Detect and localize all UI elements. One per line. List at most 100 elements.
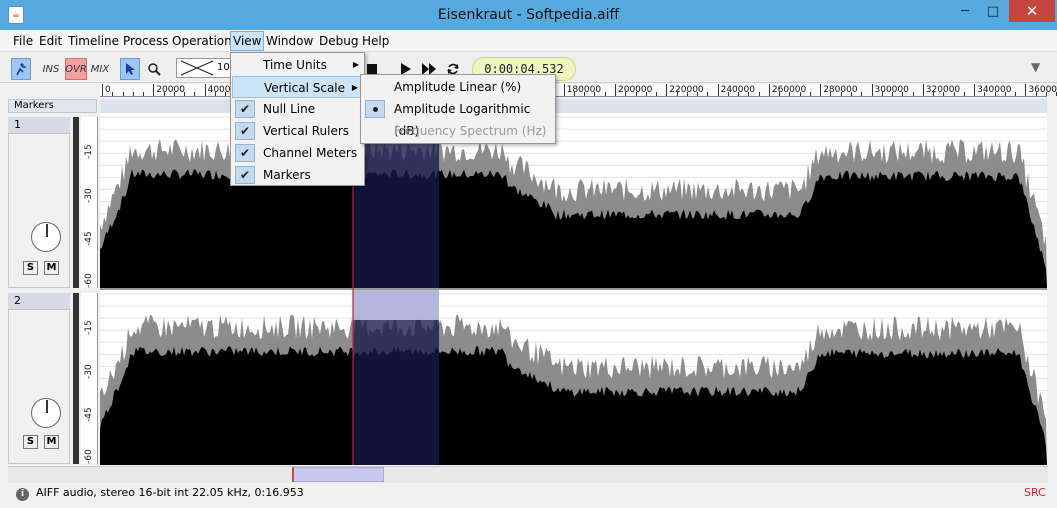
title-bar: ☕ Eisenkraut - Softpedia.aiff	[0, 0, 1057, 30]
close-button[interactable]: ✕	[1009, 0, 1055, 22]
menu-item-amplitude-linear[interactable]: Amplitude Linear (%)	[362, 76, 554, 98]
scroll-position-marker	[292, 467, 294, 482]
menu-help[interactable]: Help	[360, 32, 391, 50]
ovr-button[interactable]: OVR	[65, 58, 87, 80]
db-label: -60	[84, 449, 94, 464]
ruler-minor-tick	[194, 92, 196, 96]
vertical-scale-submenu: Amplitude Linear (%) Amplitude Logarithm…	[360, 74, 556, 144]
ruler-minor-tick	[573, 92, 575, 96]
db-label: -45	[84, 231, 94, 246]
ruler-minor-tick	[809, 92, 811, 96]
ruler-tick	[615, 84, 616, 96]
menu-operation[interactable]: Operation	[170, 32, 234, 50]
ruler-tick	[153, 84, 155, 96]
menu-item-amplitude-logarithmic[interactable]: Amplitude Logarithmic (dB)	[362, 98, 554, 138]
minimize-button[interactable]: ─	[952, 0, 978, 22]
ruler-minor-tick	[984, 92, 986, 96]
ruler-tick	[1025, 84, 1027, 96]
ruler-minor-tick	[727, 92, 729, 96]
ruler-minor-tick	[625, 92, 627, 96]
submenu-arrow-icon: ▶	[352, 60, 359, 69]
ruler-minor-tick	[830, 92, 832, 96]
check-icon: ✔	[235, 144, 255, 162]
ruler-minor-tick	[645, 92, 647, 96]
track-separator	[100, 288, 1047, 290]
status-text: AIFF audio, stereo 16-bit int 22.05 kHz,…	[36, 486, 304, 499]
menu-edit[interactable]: Edit	[37, 32, 64, 50]
solo-button[interactable]: S	[23, 261, 38, 275]
pan-knob[interactable]	[31, 222, 61, 252]
blend-icon[interactable]	[11, 58, 31, 80]
zoom-icon[interactable]	[144, 58, 164, 80]
db-label: -45	[84, 407, 94, 422]
ruler-tick	[768, 84, 770, 96]
track-2-title[interactable]: 2	[8, 293, 70, 309]
menu-item-vertical-rulers[interactable]: ✔ Vertical Rulers	[232, 120, 363, 142]
menu-item-time-units[interactable]: Time Units ▶	[232, 54, 363, 76]
channel-meter-2	[73, 293, 79, 464]
channel-meter-1	[73, 117, 79, 288]
menu-debug[interactable]: Debug	[317, 32, 360, 50]
pointer-icon[interactable]	[120, 58, 140, 80]
menu-timeline[interactable]: Timeline	[66, 32, 121, 50]
db-label: -30	[84, 188, 94, 203]
ruler-minor-tick	[707, 92, 709, 96]
ruler-minor-tick	[122, 92, 124, 96]
ruler-tick	[563, 84, 565, 96]
mute-button[interactable]: M	[44, 261, 59, 275]
maximize-button[interactable]: □	[980, 0, 1006, 22]
ruler-minor-tick	[1004, 92, 1006, 96]
ruler-minor-tick	[840, 92, 842, 96]
db-label: -15	[84, 144, 94, 159]
vertical-ruler-1: -15 -30 -45 -60	[81, 117, 98, 288]
java-icon[interactable]: ☕	[8, 6, 24, 24]
menu-file[interactable]: File	[11, 32, 35, 50]
toolbar-overflow-icon[interactable]: ▼	[1031, 60, 1040, 74]
horizontal-scrollbar[interactable]	[8, 466, 1048, 483]
submenu-arrow-icon: ▶	[351, 83, 358, 92]
menu-item-markers[interactable]: ✔ Markers	[232, 164, 363, 186]
ruler-minor-tick	[635, 92, 637, 96]
db-label: -30	[84, 364, 94, 379]
track-1-header: S M	[8, 133, 70, 288]
track-1-title[interactable]: 1	[8, 117, 70, 133]
db-label: -60	[84, 273, 94, 288]
mix-button[interactable]: MIX	[89, 58, 111, 80]
status-bar: i AIFF audio, stereo 16-bit int 22.05 kH…	[0, 483, 1057, 508]
ruler-minor-tick	[1035, 92, 1037, 96]
zoom-field[interactable]: 100	[176, 58, 236, 78]
pan-knob[interactable]	[31, 398, 61, 428]
solo-button[interactable]: S	[23, 435, 38, 449]
window-title: Eisenkraut - Softpedia.aiff	[437, 7, 620, 23]
menu-item-label: Vertical Rulers	[263, 124, 350, 138]
menu-item-frequency-spectrum: Frequency Spectrum (Hz)	[394, 124, 547, 138]
menu-item-label: Null Line	[263, 102, 316, 116]
ruler-minor-tick	[184, 92, 186, 96]
menu-window[interactable]: Window	[264, 32, 315, 50]
ruler-minor-tick	[214, 92, 216, 96]
scrollbar-thumb[interactable]	[292, 467, 384, 482]
ruler-minor-tick	[789, 92, 791, 96]
ruler-minor-tick	[132, 92, 134, 96]
ins-button[interactable]: INS	[40, 58, 62, 80]
ruler-minor-tick	[933, 92, 935, 96]
ruler-minor-tick	[656, 92, 658, 96]
menu-item-vertical-scale[interactable]: Vertical Scale ▶	[232, 76, 363, 98]
ruler-minor-tick	[676, 92, 678, 96]
ruler-minor-tick	[112, 92, 114, 96]
menu-item-null-line[interactable]: ✔ Null Line	[232, 98, 363, 120]
mute-button[interactable]: M	[44, 435, 59, 449]
ruler-label: 360000	[1028, 85, 1057, 95]
menu-item-channel-meters[interactable]: ✔ Channel Meters	[232, 142, 363, 164]
markers-label: Markers	[8, 99, 97, 113]
ruler-tick	[666, 84, 668, 96]
menu-item-label: Time Units	[263, 58, 327, 72]
menu-item-label: Channel Meters	[263, 146, 358, 160]
track-2-header: S M	[8, 309, 70, 464]
menu-view[interactable]: View	[230, 31, 265, 51]
check-icon: ✔	[235, 166, 255, 184]
menu-process[interactable]: Process	[121, 32, 171, 50]
view-menu: Time Units ▶ Vertical Scale ▶ ✔ Null Lin…	[230, 52, 365, 186]
ruler-minor-tick	[594, 92, 596, 96]
radio-selected-icon	[365, 100, 385, 118]
